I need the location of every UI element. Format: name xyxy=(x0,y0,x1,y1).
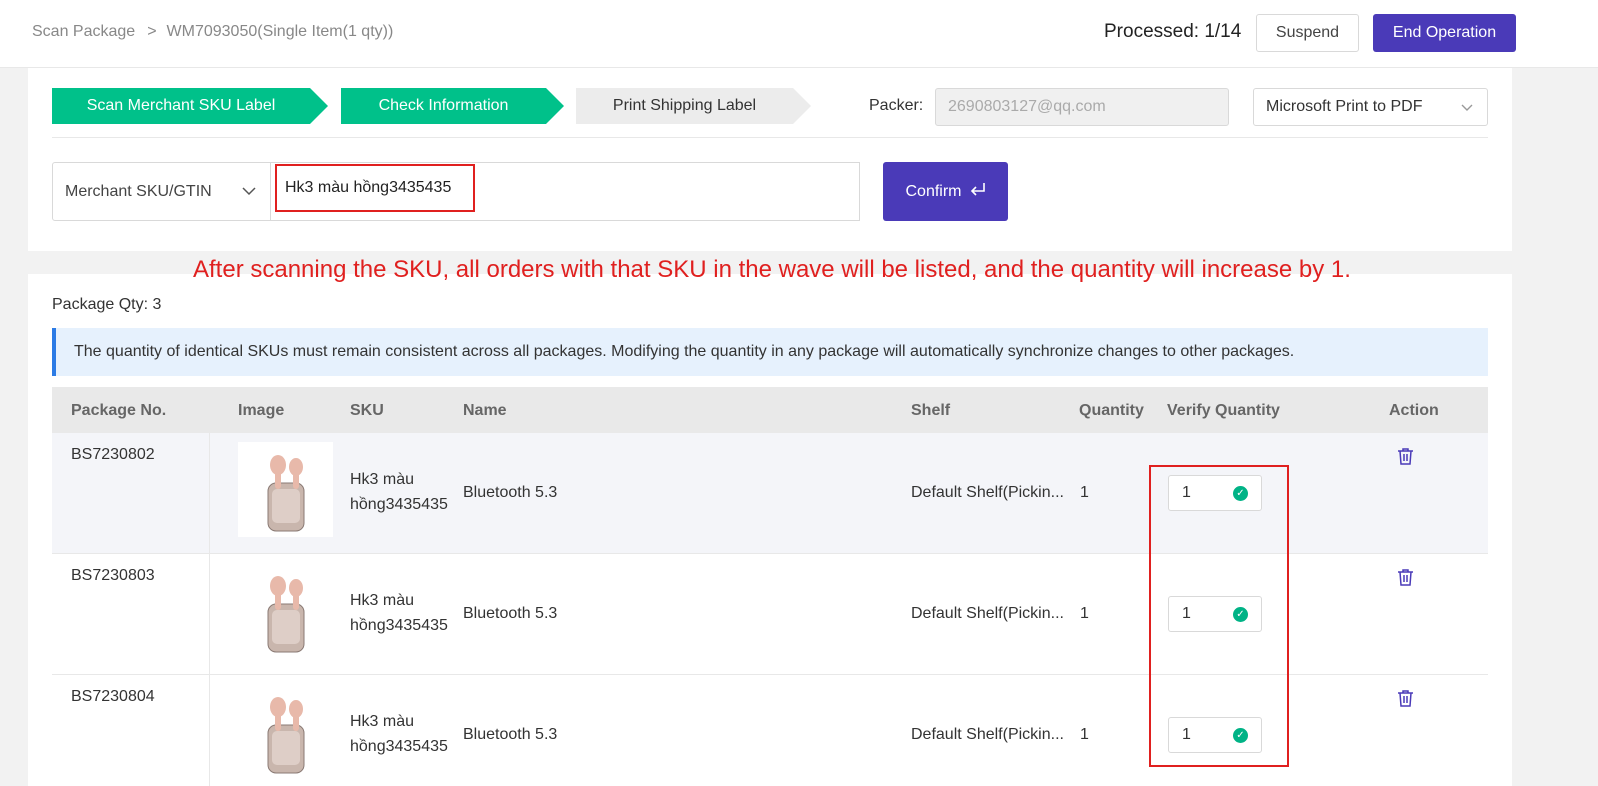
sku-line: hồng3435435 xyxy=(350,617,448,634)
annotation-text: After scanning the SKU, all orders with … xyxy=(193,256,1351,283)
sku-line: Hk3 màu xyxy=(350,471,415,488)
col-shelf: Shelf xyxy=(911,402,951,419)
chevron-down-icon xyxy=(1461,89,1473,141)
product-image xyxy=(238,563,333,658)
step-arrow xyxy=(310,88,328,124)
col-verify-quantity: Verify Quantity xyxy=(1167,402,1280,419)
printer-select[interactable]: Microsoft Print to PDF xyxy=(1253,88,1488,126)
shelf: Default Shelf(Pickin... xyxy=(911,726,1064,743)
package-qty: Package Qty: 3 xyxy=(52,296,162,313)
verify-quantity-highlight xyxy=(1149,465,1289,767)
scan-type-selected: Merchant SKU/GTIN xyxy=(65,183,212,200)
enter-icon xyxy=(970,182,986,201)
col-package-no: Package No. xyxy=(71,402,167,419)
product-name: Bluetooth 5.3 xyxy=(463,484,558,501)
table-header: Package No. Image SKU Name Shelf Quantit… xyxy=(52,387,1488,433)
col-sku: SKU xyxy=(350,402,384,419)
printer-selected: Microsoft Print to PDF xyxy=(1266,98,1423,115)
packer-field: 2690803127@qq.com xyxy=(935,88,1229,126)
breadcrumb-current: WM7093050(Single Item(1 qty)) xyxy=(166,23,394,40)
col-action: Action xyxy=(1389,402,1439,419)
breadcrumb: Scan Package > WM7093050(Single Item(1 q… xyxy=(32,23,393,41)
divider xyxy=(52,137,1488,138)
package-no: BS7230802 xyxy=(71,446,155,463)
sku-line: Hk3 màu xyxy=(350,592,415,609)
quantity: 1 xyxy=(1080,605,1089,622)
product-image xyxy=(238,684,333,779)
sku-line: hồng3435435 xyxy=(350,738,448,755)
breadcrumb-separator: > xyxy=(147,23,157,40)
quantity: 1 xyxy=(1080,484,1089,501)
shelf: Default Shelf(Pickin... xyxy=(911,484,1064,501)
sku-line: hồng3435435 xyxy=(350,496,448,513)
end-operation-button[interactable]: End Operation xyxy=(1373,14,1516,52)
suspend-button[interactable]: Suspend xyxy=(1256,14,1359,52)
step-arrow xyxy=(546,88,564,124)
package-no: BS7230803 xyxy=(71,567,155,584)
col-name: Name xyxy=(463,402,507,419)
step-scan-sku: Scan Merchant SKU Label xyxy=(52,88,310,124)
sku-input-value[interactable]: Hk3 màu hồng3435435 xyxy=(275,164,475,212)
col-image: Image xyxy=(238,402,285,419)
top-bar: Scan Package > WM7093050(Single Item(1 q… xyxy=(0,0,1598,68)
scan-type-select[interactable]: Merchant SKU/GTIN xyxy=(52,162,271,221)
confirm-label: Confirm xyxy=(905,182,962,200)
sync-notice: The quantity of identical SKUs must rema… xyxy=(52,328,1488,376)
step-print-label: Print Shipping Label xyxy=(576,88,793,124)
trash-icon[interactable] xyxy=(1397,689,1414,712)
quantity: 1 xyxy=(1080,726,1089,743)
trash-icon[interactable] xyxy=(1397,447,1414,470)
col-quantity: Quantity xyxy=(1079,402,1144,419)
trash-icon[interactable] xyxy=(1397,568,1414,591)
breadcrumb-root[interactable]: Scan Package xyxy=(32,23,135,41)
sku-line: Hk3 màu xyxy=(350,713,415,730)
shelf: Default Shelf(Pickin... xyxy=(911,605,1064,622)
packer-label: Packer: xyxy=(869,97,924,114)
product-name: Bluetooth 5.3 xyxy=(463,726,558,743)
product-name: Bluetooth 5.3 xyxy=(463,605,558,622)
step-arrow xyxy=(793,88,811,124)
chevron-down-icon xyxy=(242,163,256,244)
step-check-information: Check Information xyxy=(341,88,546,124)
confirm-button[interactable]: Confirm xyxy=(883,162,1008,221)
package-no: BS7230804 xyxy=(71,688,155,705)
processed-count: Processed: 1/14 xyxy=(1104,21,1242,42)
product-image xyxy=(238,442,333,537)
